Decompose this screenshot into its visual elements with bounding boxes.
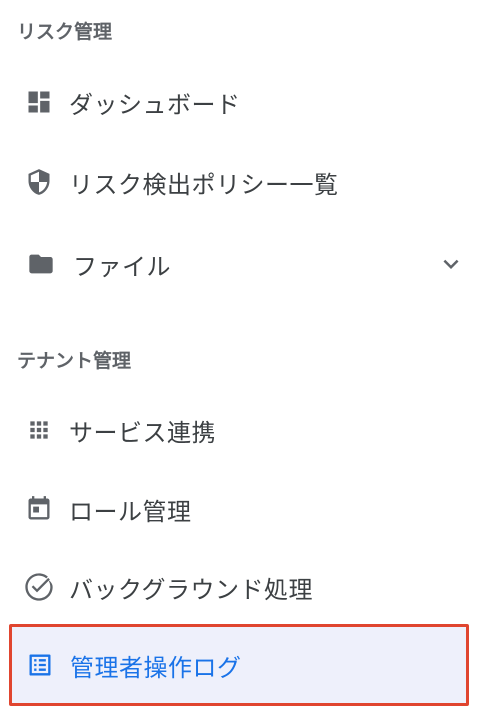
nav-item-label: リスク検出ポリシー一覧 bbox=[69, 170, 339, 199]
nav-item-background-processing[interactable]: バックグラウンド処理 bbox=[0, 557, 486, 617]
shield-icon bbox=[24, 167, 54, 197]
nav-item-label: サービス連携 bbox=[69, 418, 216, 447]
apps-grid-icon bbox=[24, 415, 54, 445]
section-title-tenant: テナント管理 bbox=[17, 350, 132, 372]
nav-item-label: バックグラウンド処理 bbox=[69, 575, 314, 604]
nav-item-label: 管理者操作ログ bbox=[70, 653, 242, 682]
nav-item-risk-policies[interactable]: リスク検出ポリシー一覧 bbox=[0, 152, 486, 212]
nav-item-label: ロール管理 bbox=[69, 497, 192, 526]
folder-icon bbox=[26, 249, 56, 279]
nav-item-service-integration[interactable]: サービス連携 bbox=[0, 400, 486, 460]
section-title-risk: リスク管理 bbox=[17, 21, 113, 43]
nav-item-admin-operation-log[interactable]: 管理者操作ログ bbox=[9, 624, 469, 706]
nav-item-dashboard[interactable]: ダッシュボード bbox=[0, 72, 486, 132]
check-circle-icon bbox=[24, 572, 54, 602]
nav-item-label: ファイル bbox=[73, 252, 171, 281]
dashboard-icon bbox=[24, 87, 54, 117]
list-icon bbox=[25, 650, 55, 680]
chevron-down-icon[interactable] bbox=[436, 249, 466, 279]
nav-item-role-management[interactable]: ロール管理 bbox=[0, 479, 486, 539]
nav-item-label: ダッシュボード bbox=[69, 90, 241, 119]
nav-item-files[interactable]: ファイル bbox=[0, 234, 486, 294]
calendar-icon bbox=[24, 494, 54, 524]
